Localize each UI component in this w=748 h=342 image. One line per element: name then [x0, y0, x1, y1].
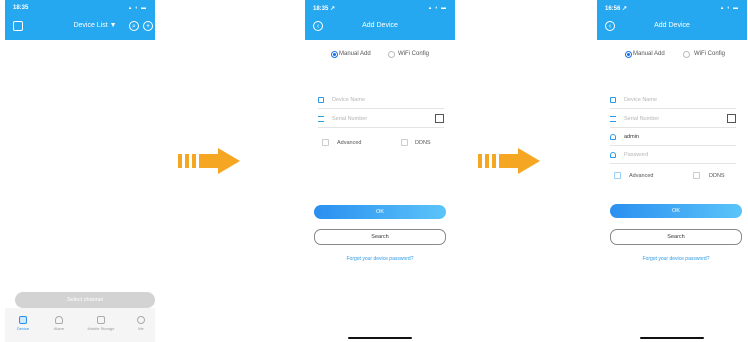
list-icon: [318, 116, 324, 122]
plus-icon[interactable]: +: [143, 21, 153, 31]
radio-manual-add[interactable]: [331, 51, 338, 58]
device-icon: [19, 316, 27, 324]
screen-add-device: 18:35 ↗ ▴ ◖ ▬ ‹ Add Device Manual Add Wi…: [305, 0, 455, 342]
menu-icon[interactable]: [13, 21, 23, 31]
home-indicator: [348, 337, 412, 339]
qr-scan-icon[interactable]: [727, 114, 736, 123]
radio-wifi-label: WiFi Config: [398, 51, 430, 57]
top-bar: 16:56 ↗ ▴ ◖ ▬ ‹ Add Device: [597, 0, 747, 40]
list-icon: [610, 116, 616, 122]
password-placeholder: Password: [624, 152, 649, 158]
radio-manual-label: Manual Add: [633, 51, 665, 57]
advanced-label: Advanced: [629, 173, 654, 179]
top-bar: 18:35 ▴ ◖ ▬ Device List ▼ ⌕ +: [5, 0, 155, 40]
storage-icon: [97, 316, 105, 324]
search-button[interactable]: Search: [610, 229, 742, 245]
device-name-placeholder: Device Name: [332, 97, 366, 103]
advanced-checkbox[interactable]: [322, 139, 329, 146]
password-field[interactable]: Password: [610, 149, 736, 164]
radio-wifi-config[interactable]: [388, 51, 395, 58]
tab-label: Mobile Storage: [87, 326, 115, 331]
monitor-icon: [318, 97, 324, 103]
advanced-checkbox[interactable]: [614, 172, 621, 179]
tab-alarm[interactable]: Alarm: [41, 316, 77, 331]
screen-add-device-advanced: 16:56 ↗ ▴ ◖ ▬ ‹ Add Device Manual Add Wi…: [597, 0, 747, 342]
serial-number-field[interactable]: Serial Number: [610, 113, 736, 128]
username-value: admin: [624, 134, 639, 140]
username-field[interactable]: admin: [610, 131, 736, 146]
select-channel-button[interactable]: Select channel: [15, 292, 155, 308]
radio-wifi-label: WiFi Config: [694, 51, 726, 57]
arrow-right-icon: [478, 148, 540, 174]
radio-manual-add[interactable]: [625, 51, 632, 58]
arrow-right-icon: [178, 148, 240, 174]
tab-label: Alarm: [53, 326, 65, 331]
screen-device-list: 18:35 ▴ ◖ ▬ Device List ▼ ⌕ + Select cha…: [5, 0, 155, 342]
tab-me[interactable]: Me: [123, 316, 155, 331]
device-name-field[interactable]: Device Name: [318, 94, 444, 109]
user-icon: [137, 316, 145, 324]
forgot-password-link[interactable]: Forgot your device password?: [314, 256, 446, 262]
status-time: 16:56 ↗: [605, 6, 628, 12]
ddns-label: DDNS: [415, 140, 431, 146]
qr-scan-icon[interactable]: [435, 114, 444, 123]
forgot-password-link[interactable]: Forgot your device password?: [610, 256, 742, 262]
add-mode-radio-group: Manual Add WiFi Config: [597, 50, 747, 60]
home-indicator: [640, 337, 704, 339]
page-title: Add Device: [654, 22, 690, 29]
search-icon[interactable]: ⌕: [129, 21, 139, 31]
bell-icon: [55, 316, 63, 324]
ok-button[interactable]: OK: [610, 204, 742, 218]
tab-label: Me: [138, 326, 144, 331]
status-icons: ▴ ◖ ▬: [128, 5, 147, 11]
monitor-icon: [610, 97, 616, 103]
serial-number-placeholder: Serial Number: [624, 116, 660, 122]
top-bar: 18:35 ↗ ▴ ◖ ▬ ‹ Add Device: [305, 0, 455, 40]
device-name-placeholder: Device Name: [624, 97, 658, 103]
status-icons: ▴ ◖ ▬: [720, 5, 739, 11]
tab-bar: Device Alarm Mobile Storage Me: [5, 308, 155, 342]
tab-device[interactable]: Device: [5, 316, 41, 331]
ddns-checkbox[interactable]: [401, 139, 408, 146]
serial-number-field[interactable]: Serial Number: [318, 113, 444, 128]
tab-label: Device: [16, 326, 30, 331]
ddns-label: DDNS: [709, 173, 725, 179]
search-button[interactable]: Search: [314, 229, 446, 245]
page-title: Add Device: [362, 22, 398, 29]
add-mode-radio-group: Manual Add WiFi Config: [305, 50, 455, 60]
lock-icon: [610, 134, 616, 140]
radio-wifi-config[interactable]: [683, 51, 690, 58]
ok-button[interactable]: OK: [314, 205, 446, 219]
advanced-label: Advanced: [337, 140, 362, 146]
tab-mobile-storage[interactable]: Mobile Storage: [83, 316, 119, 331]
status-time: 18:35 ↗: [313, 6, 336, 12]
status-icons: ▴ ◖ ▬: [428, 5, 447, 11]
status-time: 18:35: [13, 5, 29, 11]
serial-number-placeholder: Serial Number: [332, 116, 368, 122]
ddns-checkbox[interactable]: [693, 172, 700, 179]
device-name-field[interactable]: Device Name: [610, 94, 736, 109]
lock-icon: [610, 152, 616, 158]
radio-manual-label: Manual Add: [339, 51, 371, 57]
